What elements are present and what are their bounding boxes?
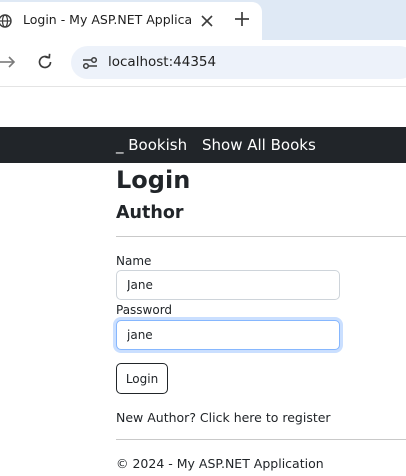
name-input[interactable]	[116, 270, 340, 300]
footer-divider	[116, 439, 406, 440]
reload-icon[interactable]	[35, 52, 55, 72]
register-link[interactable]: New Author? Click here to register	[116, 410, 331, 425]
divider	[116, 236, 406, 237]
browser-tab[interactable]: Login - My ASP.NET Application	[0, 2, 262, 40]
forward-arrow-icon[interactable]	[0, 53, 18, 71]
close-icon[interactable]	[196, 10, 218, 32]
tab-title: Login - My ASP.NET Application	[23, 12, 191, 27]
new-tab-plus-icon[interactable]	[232, 9, 252, 29]
password-label: Password	[116, 303, 173, 317]
nav-link-show-all-books[interactable]: Show All Books	[202, 136, 316, 154]
browser-toolbar: localhost:44354	[0, 40, 406, 87]
footer-copyright: © 2024 - My ASP.NET Application	[116, 456, 324, 471]
login-button[interactable]: Login	[116, 363, 168, 394]
url-text[interactable]: localhost:44354	[108, 54, 216, 70]
page-subtitle: Author	[116, 203, 184, 223]
password-input[interactable]	[116, 320, 340, 350]
page-title: Login	[116, 166, 191, 194]
site-navbar: _ Bookish Show All Books	[0, 127, 406, 163]
navbar-brand[interactable]: _ Bookish	[116, 136, 187, 154]
site-settings-icon[interactable]	[81, 54, 99, 72]
globe-icon	[0, 14, 12, 28]
browser-tab-strip: Login - My ASP.NET Application	[0, 0, 406, 40]
name-label: Name	[116, 254, 152, 268]
address-bar[interactable]: localhost:44354	[71, 46, 406, 79]
